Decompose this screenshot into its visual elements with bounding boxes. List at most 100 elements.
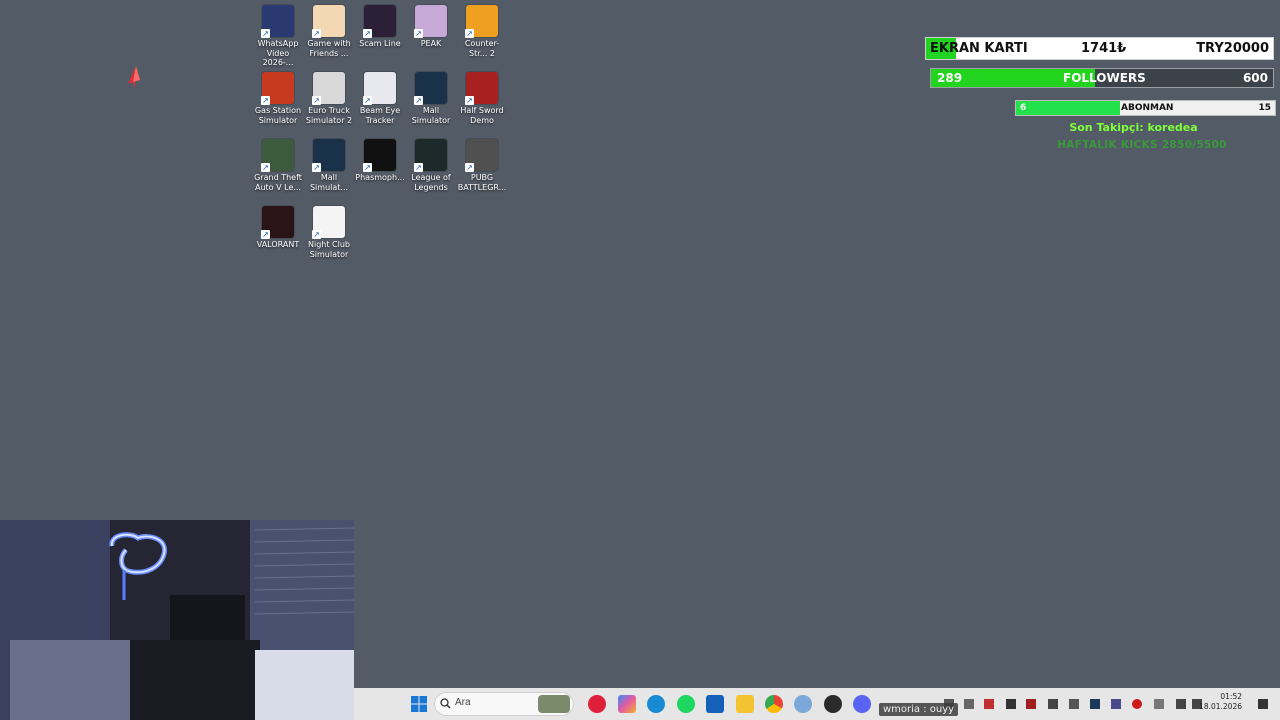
gpu-goal-bar: EKRAN KARTI 1741₺ TRY20000 bbox=[925, 37, 1274, 60]
taskbar-search[interactable]: Ara bbox=[434, 692, 574, 716]
desktop-shortcut[interactable]: ↗ Gas Station Simulator bbox=[253, 72, 303, 125]
followers-goal-target: 600 bbox=[1242, 71, 1268, 85]
night-club-icon: ↗ bbox=[312, 206, 345, 239]
microsoft-store-icon[interactable] bbox=[706, 695, 724, 713]
desktop-shortcut[interactable]: ↗ Mall Simulator bbox=[406, 72, 456, 125]
tray-mic-icon[interactable] bbox=[1154, 699, 1164, 709]
tray-steam-icon[interactable] bbox=[1090, 699, 1100, 709]
shortcut-arrow-icon: ↗ bbox=[414, 96, 423, 105]
scam-line-icon: ↗ bbox=[363, 5, 396, 38]
beam-eye-icon: ↗ bbox=[363, 72, 396, 105]
chat-message-overlay: wmoria : ouyy bbox=[879, 703, 959, 716]
shortcut-arrow-icon: ↗ bbox=[261, 96, 270, 105]
desktop-shortcut[interactable]: ↗ Scam Line bbox=[355, 5, 405, 49]
shortcut-arrow-icon: ↗ bbox=[465, 96, 474, 105]
shortcut-arrow-icon: ↗ bbox=[414, 29, 423, 38]
shortcut-arrow-icon: ↗ bbox=[414, 163, 423, 172]
mall-simulator-icon: ↗ bbox=[312, 139, 345, 172]
search-placeholder: Ara bbox=[455, 697, 471, 708]
desktop-shortcut-label: PUBG BATTLEGR... bbox=[457, 173, 507, 192]
notifications-icon[interactable] bbox=[1258, 699, 1268, 709]
desktop-shortcut[interactable]: ↗ Counter-Str... 2 bbox=[457, 5, 507, 58]
obs-icon[interactable] bbox=[824, 695, 842, 713]
shortcut-arrow-icon: ↗ bbox=[312, 163, 321, 172]
desktop-shortcut-label: Night Club Simulator bbox=[308, 240, 350, 259]
webcam-feed bbox=[0, 520, 354, 720]
desktop-shortcut-label: PEAK bbox=[420, 39, 442, 48]
shortcut-arrow-icon: ↗ bbox=[261, 163, 270, 172]
clock-time: 01:52 bbox=[1220, 692, 1242, 701]
desktop-shortcut[interactable]: ↗ Game with Friends ... bbox=[304, 5, 354, 58]
windows-start-icon[interactable] bbox=[410, 695, 428, 713]
desktop-shortcut[interactable]: ↗ VALORANT bbox=[253, 206, 303, 250]
valorant-icon: ↗ bbox=[261, 206, 294, 239]
weekly-kicks-text: HAFTALIK KICKS 2850/5500 bbox=[1057, 139, 1227, 151]
phasmophobia-icon: ↗ bbox=[363, 139, 396, 172]
search-highlight-icon bbox=[538, 695, 570, 713]
search-icon bbox=[440, 698, 451, 709]
tray-audio-icon[interactable] bbox=[964, 699, 974, 709]
settings-gear-icon[interactable] bbox=[794, 695, 812, 713]
subscribers-goal-fill bbox=[1016, 101, 1120, 115]
desktop-shortcut[interactable]: ↗ WhatsApp Video 2026-... bbox=[253, 5, 303, 68]
shortcut-arrow-icon: ↗ bbox=[363, 29, 372, 38]
desktop-shortcut[interactable]: ↗ Phasmoph... bbox=[355, 139, 405, 183]
copilot-icon[interactable] bbox=[618, 695, 636, 713]
tray-app-icon[interactable] bbox=[1048, 699, 1058, 709]
shortcut-arrow-icon: ↗ bbox=[261, 29, 270, 38]
tray-network-icon[interactable] bbox=[1176, 699, 1186, 709]
tray-app-icon[interactable] bbox=[1069, 699, 1079, 709]
desktop-shortcut-label: VALORANT bbox=[256, 240, 300, 249]
desktop-shortcut-label: Mall Simulator bbox=[411, 106, 451, 125]
clock-date: 18.01.2026 bbox=[1199, 702, 1242, 711]
desktop-shortcut-label: League of Legends bbox=[411, 173, 451, 192]
mall-simulator-icon: ↗ bbox=[414, 72, 447, 105]
desktop-shortcut[interactable]: ↗ PUBG BATTLEGR... bbox=[457, 139, 507, 192]
desktop-shortcut[interactable]: ↗ PEAK bbox=[406, 5, 456, 49]
media-player-icon[interactable] bbox=[588, 695, 606, 713]
discord-icon[interactable] bbox=[853, 695, 871, 713]
tray-app-icon[interactable] bbox=[1026, 699, 1036, 709]
desktop-shortcut[interactable]: ↗ League of Legends bbox=[406, 139, 456, 192]
desktop-shortcut[interactable]: ↗ Mall Simulat... bbox=[304, 139, 354, 192]
shortcut-arrow-icon: ↗ bbox=[465, 163, 474, 172]
league-icon: ↗ bbox=[414, 139, 447, 172]
desktop-shortcut-label: Mall Simulat... bbox=[309, 173, 349, 192]
desktop-shortcut-label: WhatsApp Video 2026-... bbox=[257, 39, 299, 67]
desktop-shortcut-label: Game with Friends ... bbox=[307, 39, 351, 58]
desktop-shortcut[interactable]: ↗ Half Sword Demo bbox=[457, 72, 507, 125]
shortcut-arrow-icon: ↗ bbox=[363, 163, 372, 172]
shortcut-arrow-icon: ↗ bbox=[312, 29, 321, 38]
peak-icon: ↗ bbox=[414, 5, 447, 38]
desktop-shortcut-label: Beam Eye Tracker bbox=[359, 106, 401, 125]
chrome-icon[interactable] bbox=[765, 695, 783, 713]
last-follower-text: Son Takipçi: koredea bbox=[1069, 121, 1198, 134]
pointer-cursor-icon bbox=[128, 66, 140, 88]
desktop-shortcut[interactable]: ↗ Grand Theft Auto V Le... bbox=[253, 139, 303, 192]
tray-app-icon[interactable] bbox=[984, 699, 994, 709]
desktop-shortcut[interactable]: ↗ Beam Eye Tracker bbox=[355, 72, 405, 125]
tray-app-icon[interactable] bbox=[1006, 699, 1016, 709]
desktop-shortcut-label: Grand Theft Auto V Le... bbox=[254, 173, 302, 192]
counter-strike-icon: ↗ bbox=[465, 5, 498, 38]
shortcut-arrow-icon: ↗ bbox=[312, 230, 321, 239]
tray-app-icon[interactable] bbox=[1111, 699, 1121, 709]
tray-app-icon[interactable] bbox=[1132, 699, 1142, 709]
desktop-shortcut-label: Euro Truck Simulator 2 bbox=[305, 106, 353, 125]
file-explorer-icon[interactable] bbox=[736, 695, 754, 713]
edge-browser-icon[interactable] bbox=[647, 695, 665, 713]
gpu-goal-target: TRY20000 bbox=[1196, 41, 1269, 56]
spotify-icon[interactable] bbox=[677, 695, 695, 713]
shortcut-arrow-icon: ↗ bbox=[312, 96, 321, 105]
video-file-icon: ↗ bbox=[261, 5, 294, 38]
taskbar: Ara 01:52 18.01.2026 bbox=[354, 688, 1280, 720]
gas-station-icon: ↗ bbox=[261, 72, 294, 105]
shortcut-arrow-icon: ↗ bbox=[261, 230, 270, 239]
desktop-shortcut-label: Phasmoph... bbox=[355, 173, 405, 182]
taskbar-clock[interactable]: 01:52 18.01.2026 bbox=[1199, 692, 1242, 712]
desktop-shortcut-label: Gas Station Simulator bbox=[254, 106, 302, 125]
followers-goal-current: 289 bbox=[937, 71, 963, 85]
desktop-shortcut[interactable]: ↗ Night Club Simulator bbox=[304, 206, 354, 259]
shortcut-arrow-icon: ↗ bbox=[465, 29, 474, 38]
desktop-shortcut[interactable]: ↗ Euro Truck Simulator 2 bbox=[304, 72, 354, 125]
